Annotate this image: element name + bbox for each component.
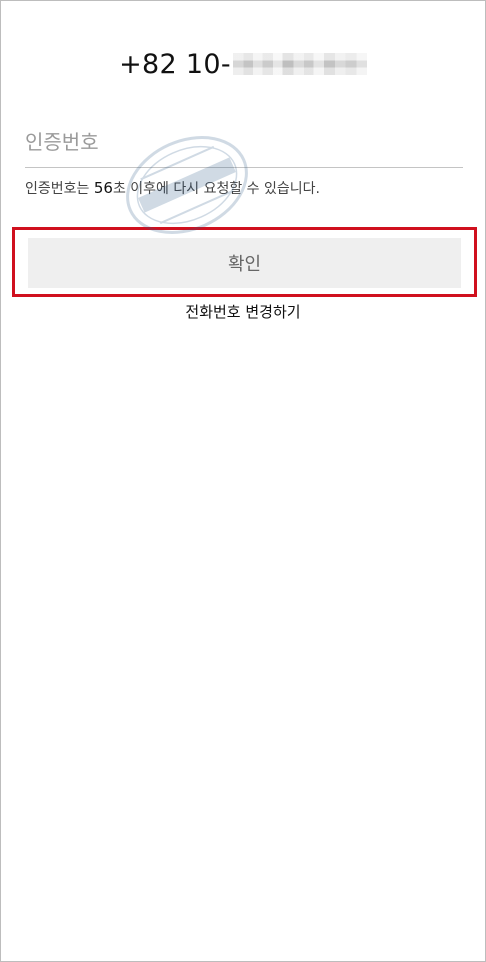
phone-number-display: +82 10- [1,41,485,87]
timer-text-after: 초 이후에 다시 요청할 수 있습니다. [112,181,320,197]
timer-seconds: 56 [93,179,113,197]
timer-text-before: 인증번호는 [25,181,94,197]
verification-screen: +82 10- 인증번호는 56초 이후에 다시 요청할 수 있습니다. 확인 … [0,0,486,962]
verification-code-input[interactable] [25,117,463,168]
change-phone-number-link[interactable]: 전화번호 변경하기 [1,301,485,322]
phone-number-masked [232,53,367,75]
confirm-button[interactable]: 확인 [28,238,461,288]
phone-number-prefix: +82 10- [119,48,231,80]
resend-timer-message: 인증번호는 56초 이후에 다시 요청할 수 있습니다. [25,178,320,198]
highlight-box: 확인 [12,227,477,297]
